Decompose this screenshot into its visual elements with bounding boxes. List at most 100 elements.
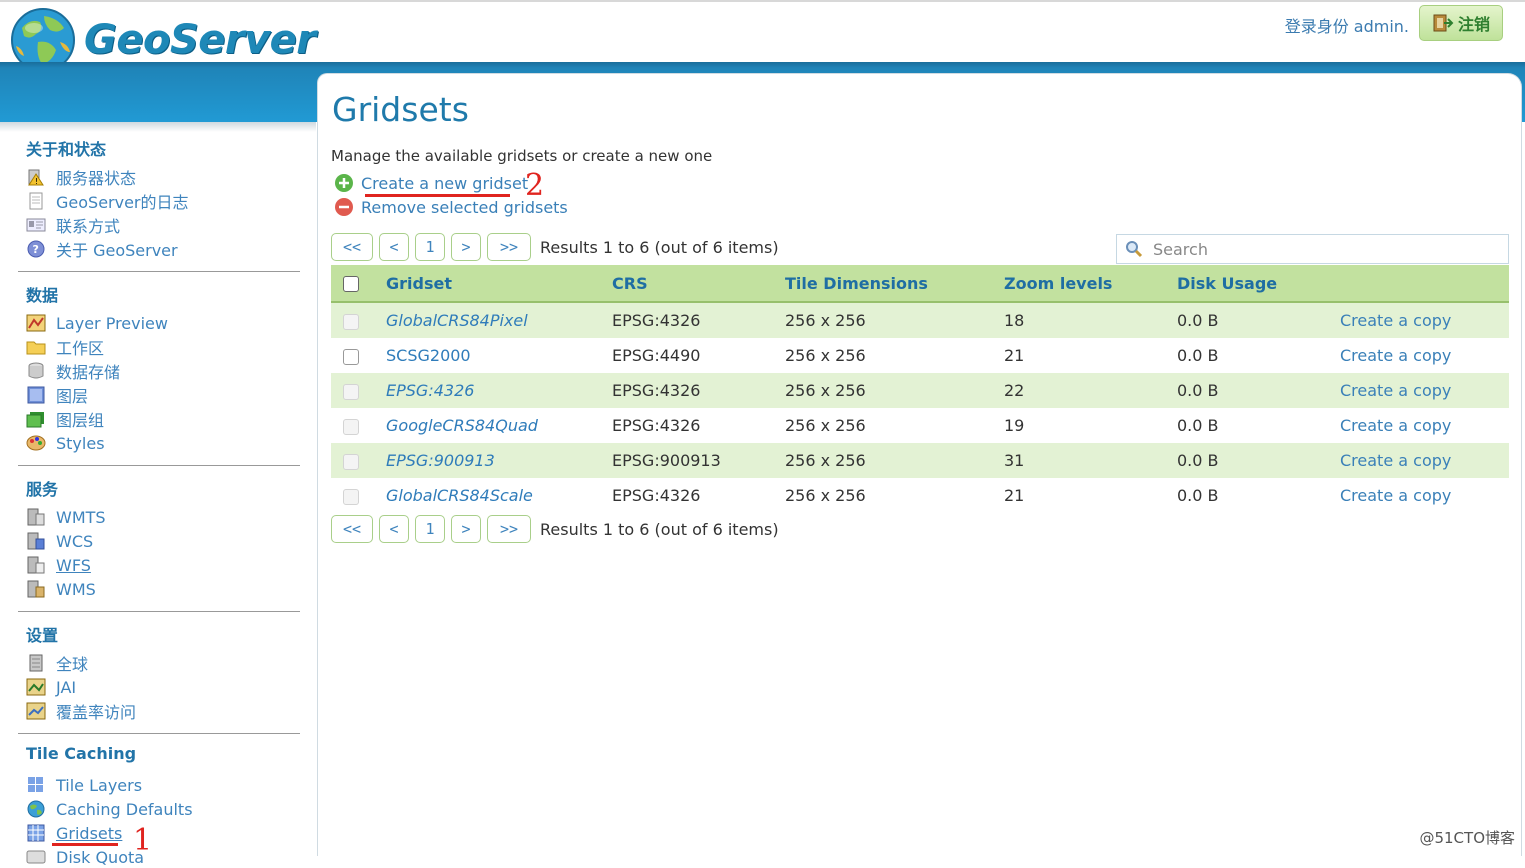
column-header-gridset[interactable]: Gridset xyxy=(386,265,612,303)
log-file-icon xyxy=(29,192,43,210)
annotation-number: 2 xyxy=(525,168,545,203)
prev-page-button[interactable]: < xyxy=(379,515,409,543)
create-copy-link[interactable]: Create a copy xyxy=(1340,311,1451,330)
column-header-crs[interactable]: CRS xyxy=(612,265,785,303)
sidebar-item-contact[interactable]: 联系方式 xyxy=(26,214,120,236)
column-header-disk-usage[interactable]: Disk Usage xyxy=(1177,265,1340,303)
gridset-name-link[interactable]: EPSG:4326 xyxy=(386,381,474,400)
create-gridset-link[interactable]: Create a new gridset xyxy=(335,173,528,193)
crs-cell: EPSG:4326 xyxy=(612,302,785,338)
tile-dimensions-cell: 256 x 256 xyxy=(785,302,1004,338)
disk-usage-cell: 0.0 B xyxy=(1177,338,1340,373)
search-input[interactable] xyxy=(1151,238,1495,260)
sidebar-item-layers[interactable]: 图层 xyxy=(26,384,88,406)
database-icon xyxy=(28,362,44,379)
row-checkbox xyxy=(343,383,359,400)
logo-text: GeoServer xyxy=(84,17,316,63)
prev-page-button[interactable]: < xyxy=(379,233,409,261)
page-1-button[interactable]: 1 xyxy=(415,515,445,543)
table-row: EPSG:4326 EPSG:4326 256 x 256 22 0.0 B C… xyxy=(331,373,1509,408)
column-header-tile-dimensions[interactable]: Tile Dimensions xyxy=(785,265,1004,303)
disk-usage-cell: 0.0 B xyxy=(1177,373,1340,408)
sidebar-item-global[interactable]: 全球 xyxy=(26,652,88,674)
header: GeoServer 登录身份 admin. 注销 xyxy=(0,2,1525,72)
last-page-button[interactable]: >> xyxy=(487,515,531,543)
gridset-name-link[interactable]: SCSG2000 xyxy=(386,346,471,365)
sidebar-item-wmts[interactable]: WMTS xyxy=(26,506,106,528)
gridset-name-link[interactable]: GlobalCRS84Pixel xyxy=(386,311,528,330)
next-page-button[interactable]: > xyxy=(451,515,481,543)
sidebar-item-server-status[interactable]: ! 服务器状态 xyxy=(26,166,136,188)
sidebar-item-coverage-access[interactable]: 覆盖率访问 xyxy=(26,700,136,722)
sidebar-item-workspaces[interactable]: 工作区 xyxy=(26,336,104,358)
column-header-zoom-levels[interactable]: Zoom levels xyxy=(1004,265,1177,303)
sidebar-section-about: 关于和状态 xyxy=(26,140,107,159)
sidebar-section-tile-caching: Tile Caching xyxy=(26,744,137,763)
row-checkbox xyxy=(343,453,359,470)
server-icon xyxy=(27,580,45,598)
first-page-button[interactable]: << xyxy=(331,515,373,543)
jai-icon xyxy=(26,678,46,696)
crs-cell: EPSG:4326 xyxy=(612,373,785,408)
sidebar-divider xyxy=(18,271,300,272)
zoom-levels-cell: 18 xyxy=(1004,302,1177,338)
disk-icon xyxy=(26,850,46,864)
tile-dimensions-cell: 256 x 256 xyxy=(785,478,1004,513)
gridset-name-link[interactable]: GoogleCRS84Quad xyxy=(386,416,538,435)
login-status: 登录身份 admin. xyxy=(1284,17,1409,36)
sidebar-item-styles[interactable]: Styles xyxy=(26,432,105,454)
disk-usage-cell: 0.0 B xyxy=(1177,443,1340,478)
svg-text:?: ? xyxy=(33,243,39,256)
pager-bottom: << < 1 > >> Results 1 to 6 (out of 6 ite… xyxy=(331,515,779,543)
sidebar-section-settings: 设置 xyxy=(26,626,59,645)
logout-button[interactable]: 注销 xyxy=(1419,5,1503,41)
create-copy-link[interactable]: Create a copy xyxy=(1340,416,1451,435)
contact-card-icon xyxy=(26,218,46,232)
sidebar-divider xyxy=(18,465,300,466)
layer-icon xyxy=(27,386,45,404)
svg-text:!: ! xyxy=(35,177,38,186)
sidebar-item-gridsets[interactable]: Gridsets xyxy=(26,822,122,844)
next-page-button[interactable]: > xyxy=(451,233,481,261)
create-copy-link[interactable]: Create a copy xyxy=(1340,346,1451,365)
create-copy-link[interactable]: Create a copy xyxy=(1340,381,1451,400)
sidebar-item-jai[interactable]: JAI xyxy=(26,676,76,698)
gridset-name-link[interactable]: GlobalCRS84Scale xyxy=(386,486,533,505)
globe-icon xyxy=(27,800,45,818)
sidebar-item-layer-groups[interactable]: 图层组 xyxy=(26,408,104,430)
sidebar-item-logs[interactable]: GeoServer的日志 xyxy=(26,190,189,212)
sidebar-item-about[interactable]: ? 关于 GeoServer xyxy=(26,238,178,260)
first-page-button[interactable]: << xyxy=(331,233,373,261)
page-title: Gridsets xyxy=(332,90,469,129)
sidebar-item-wms[interactable]: WMS xyxy=(26,578,96,600)
select-all-checkbox[interactable] xyxy=(343,276,359,292)
row-checkbox[interactable] xyxy=(343,348,359,365)
search-icon xyxy=(1126,241,1143,258)
grid-icon xyxy=(27,824,45,842)
gridset-name-link[interactable]: EPSG:900913 xyxy=(386,451,495,470)
row-checkbox xyxy=(343,313,359,330)
create-copy-link[interactable]: Create a copy xyxy=(1340,486,1451,505)
sidebar-item-layer-preview[interactable]: Layer Preview xyxy=(26,312,168,334)
sidebar-item-wcs[interactable]: WCS xyxy=(26,530,93,552)
sidebar-item-disk-quota[interactable]: Disk Quota xyxy=(26,846,144,868)
sidebar-item-caching-defaults[interactable]: Caching Defaults xyxy=(26,798,193,820)
annotation-underline xyxy=(365,194,510,197)
zoom-levels-cell: 21 xyxy=(1004,478,1177,513)
zoom-levels-cell: 21 xyxy=(1004,338,1177,373)
disk-usage-cell: 0.0 B xyxy=(1177,408,1340,443)
layer-preview-icon xyxy=(26,314,46,332)
tile-dimensions-cell: 256 x 256 xyxy=(785,443,1004,478)
tile-dimensions-cell: 256 x 256 xyxy=(785,338,1004,373)
server-icon xyxy=(27,532,45,550)
results-count: Results 1 to 6 (out of 6 items) xyxy=(540,519,779,539)
create-copy-link[interactable]: Create a copy xyxy=(1340,451,1451,470)
last-page-button[interactable]: >> xyxy=(487,233,531,261)
gridsets-table: Gridset CRS Tile Dimensions Zoom levels … xyxy=(331,265,1509,513)
sidebar-item-tile-layers[interactable]: Tile Layers xyxy=(26,774,142,796)
sidebar-item-stores[interactable]: 数据存储 xyxy=(26,360,120,382)
page-1-button[interactable]: 1 xyxy=(415,233,445,261)
global-settings-icon xyxy=(29,654,43,672)
remove-icon xyxy=(335,198,353,216)
sidebar-item-wfs[interactable]: WFS xyxy=(26,554,91,576)
